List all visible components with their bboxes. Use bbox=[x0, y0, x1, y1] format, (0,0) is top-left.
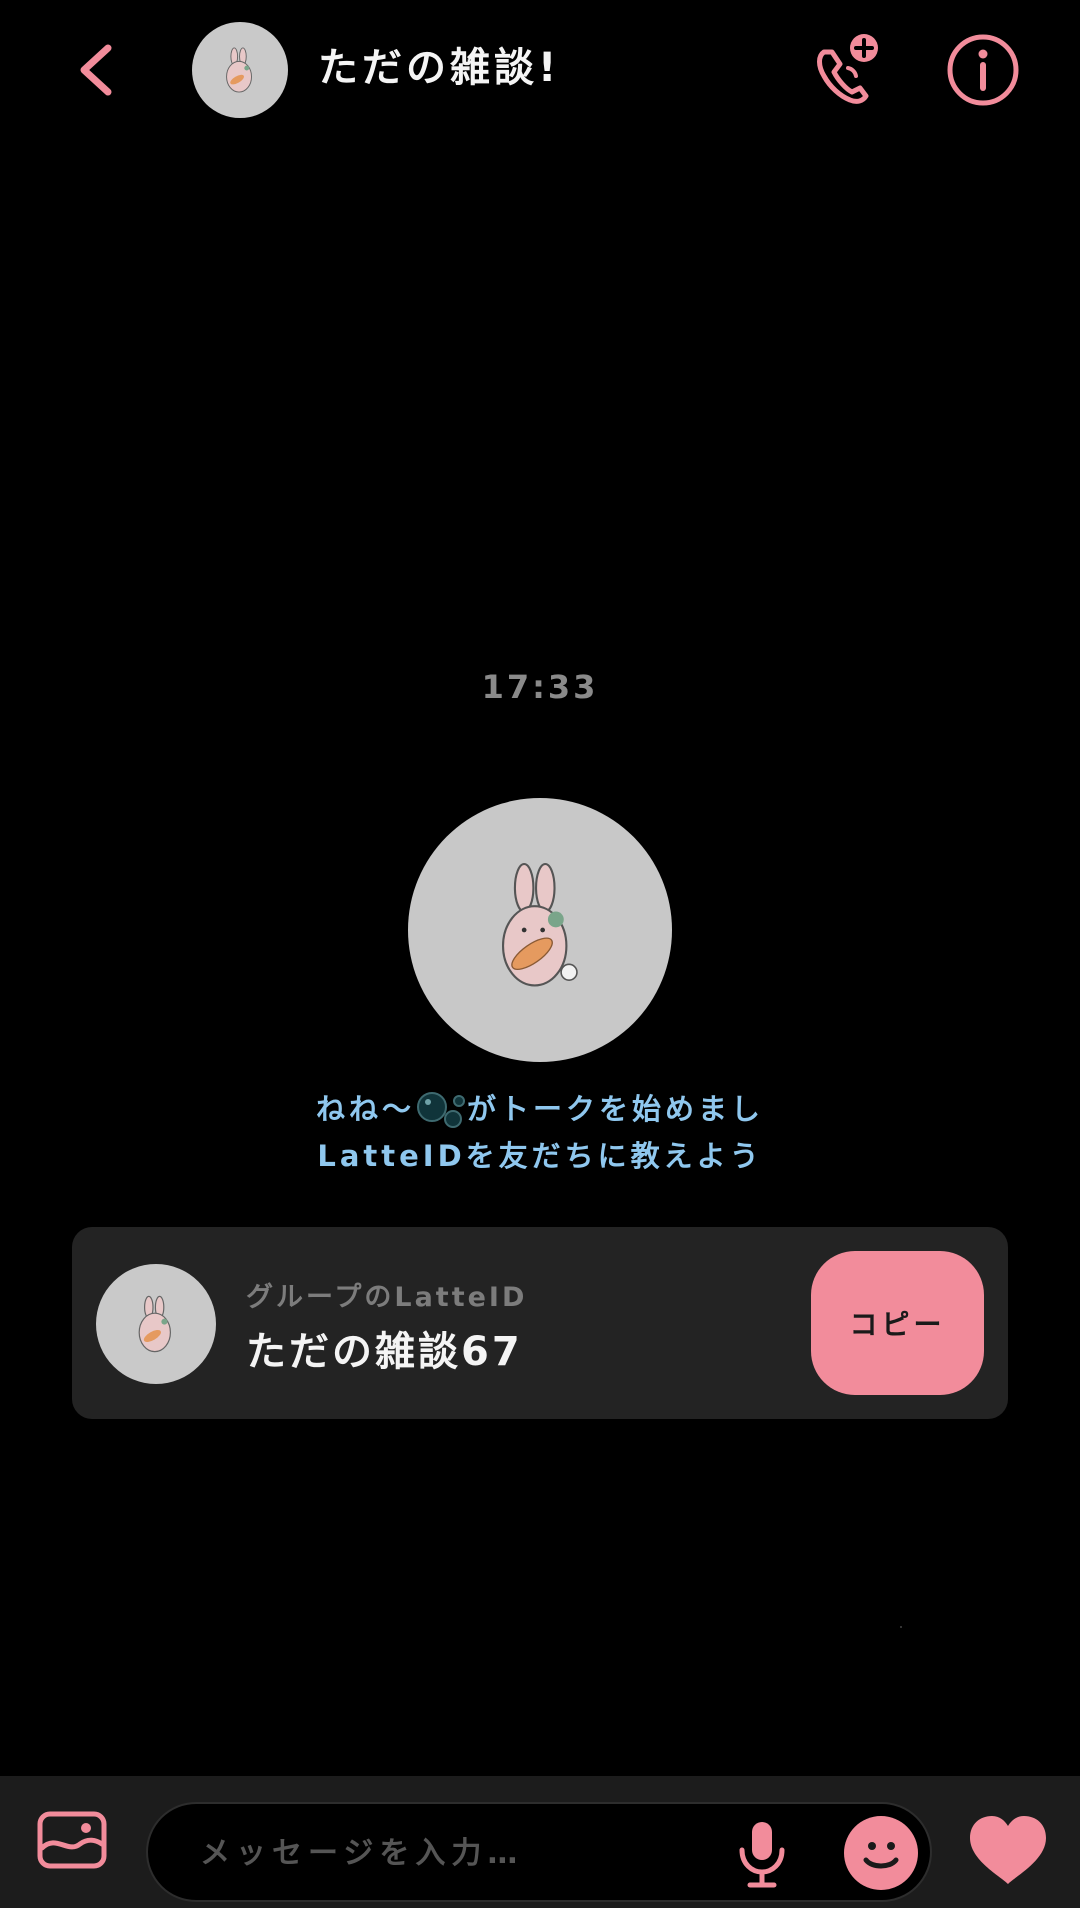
system-message: ねね〜 がトークを始めまし LatteIDを友だちに教えよう bbox=[0, 1086, 1080, 1179]
mic-button[interactable] bbox=[734, 1818, 790, 1890]
system-message-user: ねね〜 bbox=[315, 1092, 415, 1126]
copy-button[interactable]: コピー bbox=[811, 1251, 984, 1395]
group-avatar bbox=[96, 1264, 216, 1384]
smile-icon bbox=[863, 1842, 899, 1869]
chevron-left-icon bbox=[80, 44, 112, 96]
system-message-line1: ねね〜 がトークを始めまし bbox=[0, 1086, 1080, 1133]
group-avatar[interactable] bbox=[192, 22, 288, 118]
message-timestamp: 17:33 bbox=[481, 668, 599, 706]
bunny-avatar-icon bbox=[138, 1295, 171, 1353]
message-input[interactable] bbox=[198, 1804, 722, 1902]
heart-icon bbox=[970, 1816, 1046, 1884]
message-input-wrapper bbox=[146, 1802, 932, 1902]
info-button[interactable] bbox=[945, 32, 1021, 108]
like-button[interactable] bbox=[966, 1814, 1050, 1886]
emoji-button[interactable] bbox=[844, 1816, 918, 1890]
image-icon bbox=[37, 1811, 107, 1869]
bunny-avatar-icon bbox=[226, 47, 252, 93]
latte-id-label: グループのLatteID bbox=[246, 1282, 528, 1313]
group-title: ただの雑談! bbox=[318, 45, 561, 91]
bubbles-icon bbox=[415, 1089, 467, 1133]
add-call-button[interactable] bbox=[810, 32, 882, 108]
bunny-avatar-icon bbox=[501, 862, 578, 987]
latte-id-card: グループのLatteID ただの雑談67 コピー bbox=[72, 1227, 1008, 1419]
mic-icon bbox=[739, 1822, 785, 1888]
back-button[interactable] bbox=[72, 40, 122, 100]
dust-speck bbox=[900, 1626, 902, 1628]
phone-plus-icon bbox=[817, 34, 878, 104]
copy-button-label: コピー bbox=[849, 1308, 946, 1341]
latte-id-value: ただの雑談67 bbox=[246, 1329, 523, 1375]
creator-avatar[interactable] bbox=[408, 798, 672, 1062]
system-message-line2: LatteIDを友だちに教えよう bbox=[317, 1139, 763, 1173]
chat-header: ただの雑談! bbox=[0, 0, 1080, 140]
composer-bar bbox=[0, 1776, 1080, 1908]
info-icon bbox=[947, 34, 1019, 106]
system-message-text: がトークを始めまし bbox=[467, 1092, 765, 1126]
image-button[interactable] bbox=[36, 1808, 108, 1872]
